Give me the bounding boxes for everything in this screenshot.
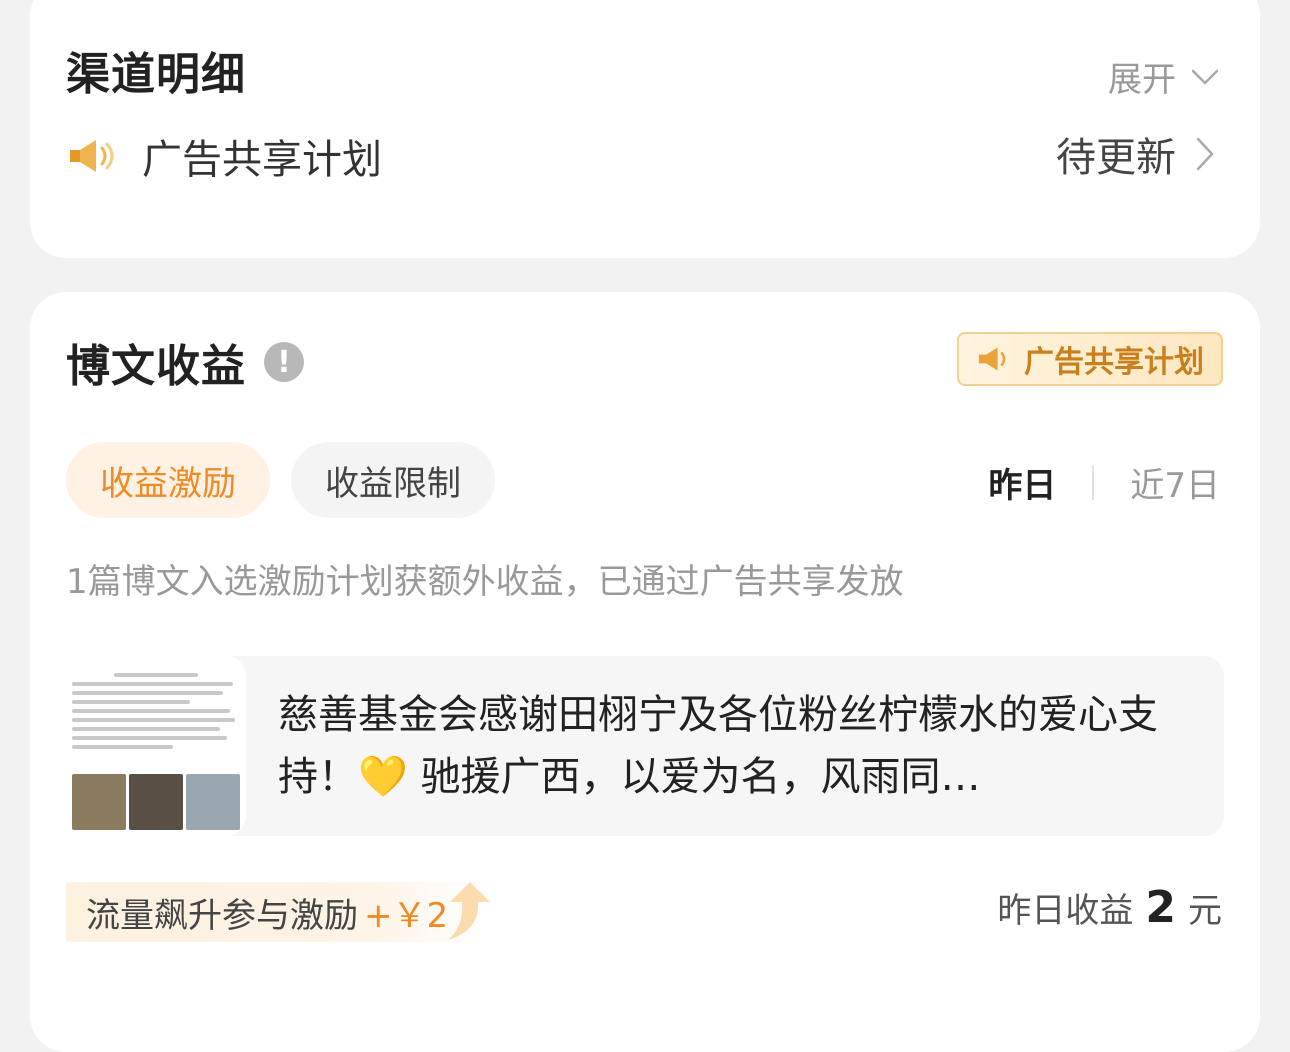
- channel-item-label: 广告共享计划: [142, 137, 382, 183]
- period-yesterday[interactable]: 昨日: [988, 458, 1056, 507]
- post-income-header: 博文收益 !: [66, 330, 304, 394]
- traffic-boost-amount: +￥2: [364, 895, 449, 936]
- info-icon[interactable]: !: [264, 342, 304, 382]
- thumbnail-text-lines: [72, 668, 240, 754]
- yesterday-income-value: 2: [1145, 882, 1176, 933]
- post-income-title: 博文收益: [66, 341, 246, 392]
- thumbnail-photos: [72, 774, 240, 830]
- channel-item-ad-share[interactable]: 广告共享计划: [66, 127, 382, 185]
- period-divider: [1092, 465, 1095, 500]
- pending-update-label: 待更新: [1056, 135, 1176, 181]
- post-income-card: 博文收益 ! 广告共享计划 收益激励 收益限制 昨日 近7日 1篇博文入选激励计…: [30, 292, 1260, 1052]
- chevron-right-icon: [1196, 137, 1214, 171]
- tab-income-incentive[interactable]: 收益激励: [66, 442, 270, 518]
- megaphone-icon: [978, 347, 1006, 371]
- traffic-boost-tag: 流量飙升参与激励 +￥2: [66, 882, 486, 942]
- expand-label: 展开: [1108, 60, 1176, 100]
- ad-share-badge-label: 广告共享计划: [1024, 345, 1204, 380]
- channel-detail-title: 渠道明细: [66, 49, 246, 100]
- arrow-up-icon: [448, 882, 490, 940]
- expand-button[interactable]: 展开: [1108, 52, 1220, 101]
- chevron-down-icon: [1191, 69, 1219, 84]
- traffic-boost-label: 流量飙升参与激励: [86, 895, 358, 936]
- post-card[interactable]: 慈善基金会感谢田栩宁及各位粉丝柠檬水的爱心支持！💛 驰援广西，以爱为名，风雨同…: [66, 656, 1224, 836]
- pending-update-link[interactable]: 待更新: [1056, 125, 1216, 183]
- yesterday-income-unit: 元: [1188, 891, 1222, 931]
- post-title: 慈善基金会感谢田栩宁及各位粉丝柠檬水的爱心支持！💛 驰援广西，以爱为名，风雨同…: [278, 692, 1158, 800]
- channel-detail-card: 渠道明细 展开 广告共享计划 待更新: [30, 0, 1260, 258]
- incentive-description: 1篇博文入选激励计划获额外收益，已通过广告共享发放: [66, 562, 904, 602]
- post-thumbnail: [66, 656, 246, 836]
- tab-income-limit[interactable]: 收益限制: [291, 442, 495, 518]
- megaphone-icon: [70, 140, 114, 172]
- period-last-7-days[interactable]: 近7日: [1130, 458, 1220, 507]
- ad-share-badge[interactable]: 广告共享计划: [957, 332, 1223, 386]
- yesterday-income: 昨日收益 2 元: [997, 882, 1222, 933]
- yesterday-income-label: 昨日收益: [997, 891, 1134, 931]
- period-switch: 昨日 近7日: [988, 458, 1220, 507]
